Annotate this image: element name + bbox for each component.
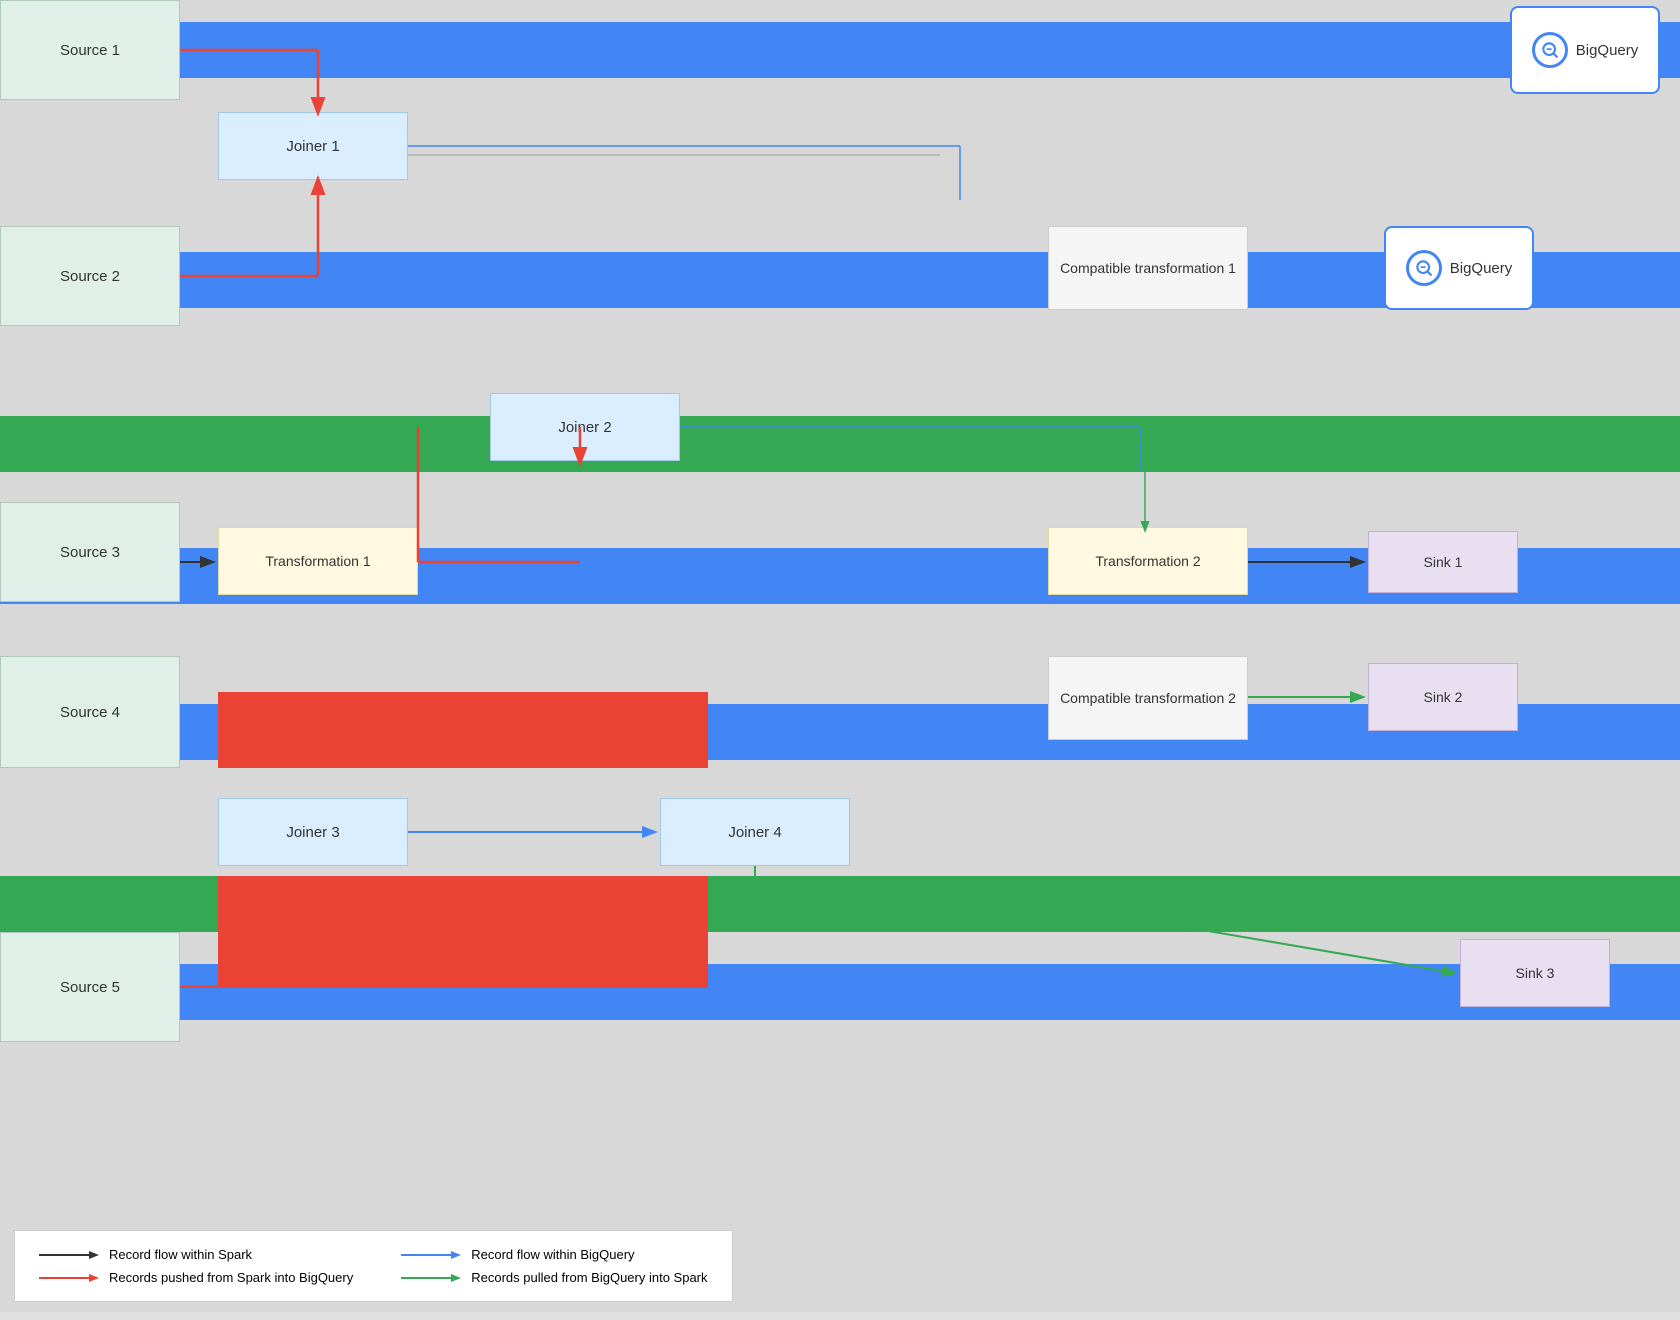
transform2-label: Transformation 2 (1095, 553, 1200, 569)
source4-node: Source 4 (0, 656, 180, 768)
compat1-label: Compatible transformation 1 (1060, 260, 1236, 276)
sink1-node: Sink 1 (1368, 531, 1518, 593)
sink3-label: Sink 3 (1516, 965, 1555, 981)
source1-label: Source 1 (60, 42, 120, 59)
sink2-node: Sink 2 (1368, 663, 1518, 731)
legend: Record flow within Spark Record flow wit… (14, 1230, 733, 1302)
legend-push-label: Records pushed from Spark into BigQuery (109, 1270, 353, 1285)
blue-band-row1 (0, 22, 1680, 78)
transform1-label: Transformation 1 (265, 553, 370, 569)
source2-node: Source 2 (0, 226, 180, 326)
joiner1-node: Joiner 1 (218, 112, 408, 180)
legend-arrow-pull (401, 1271, 461, 1285)
source4-label: Source 4 (60, 704, 120, 721)
legend-bq-label: Record flow within BigQuery (471, 1247, 634, 1262)
bigquery2-icon (1406, 250, 1442, 286)
legend-item-bq-flow: Record flow within BigQuery (401, 1247, 707, 1262)
red-block-source4 (218, 692, 708, 768)
joiner4-node: Joiner 4 (660, 798, 850, 866)
bigquery1-icon (1532, 32, 1568, 68)
joiner3-node: Joiner 3 (218, 798, 408, 866)
compat2-node: Compatible transformation 2 (1048, 656, 1248, 740)
source3-node: Source 3 (0, 502, 180, 602)
joiner4-label: Joiner 4 (728, 824, 781, 841)
sink3-node: Sink 3 (1460, 939, 1610, 1007)
source5-node: Source 5 (0, 932, 180, 1042)
joiner2-label: Joiner 2 (558, 419, 611, 436)
bigquery1-node: BigQuery (1510, 6, 1660, 94)
sink2-label: Sink 2 (1424, 689, 1463, 705)
transform1-node: Transformation 1 (218, 527, 418, 595)
legend-item-spark-flow: Record flow within Spark (39, 1247, 353, 1262)
compat2-label: Compatible transformation 2 (1060, 690, 1236, 706)
compat1-node: Compatible transformation 1 (1048, 226, 1248, 310)
bigquery2-label: BigQuery (1450, 260, 1513, 277)
sink1-label: Sink 1 (1424, 554, 1463, 570)
legend-item-pull-flow: Records pulled from BigQuery into Spark (401, 1270, 707, 1285)
bigquery1-label: BigQuery (1576, 42, 1639, 59)
source3-label: Source 3 (60, 544, 120, 561)
joiner2-node: Joiner 2 (490, 393, 680, 461)
source5-label: Source 5 (60, 979, 120, 996)
source1-node: Source 1 (0, 0, 180, 100)
green-band-row1 (0, 416, 1680, 472)
legend-arrow-push (39, 1271, 99, 1285)
joiner3-label: Joiner 3 (286, 824, 339, 841)
legend-arrow-bq (401, 1248, 461, 1262)
legend-arrow-spark (39, 1248, 99, 1262)
red-block-source5 (218, 876, 708, 988)
connections-svg (0, 0, 1680, 1220)
legend-pull-label: Records pulled from BigQuery into Spark (471, 1270, 707, 1285)
transform2-node: Transformation 2 (1048, 527, 1248, 595)
bigquery2-node: BigQuery (1384, 226, 1534, 310)
source2-label: Source 2 (60, 268, 120, 285)
legend-spark-label: Record flow within Spark (109, 1247, 252, 1262)
canvas: Source 1 Source 2 Source 3 Source 4 Sour… (0, 0, 1680, 1220)
joiner1-label: Joiner 1 (286, 138, 339, 155)
legend-item-push-flow: Records pushed from Spark into BigQuery (39, 1270, 353, 1285)
diagram-container: Source 1 Source 2 Source 3 Source 4 Sour… (0, 0, 1680, 1312)
